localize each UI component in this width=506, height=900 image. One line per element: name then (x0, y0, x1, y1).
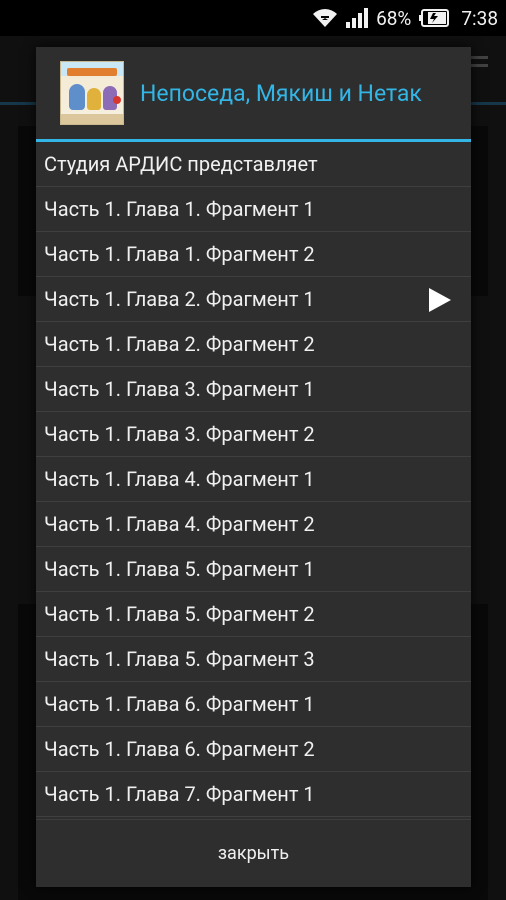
book-cover-image (60, 61, 124, 125)
battery-icon (419, 9, 450, 27)
track-label: Часть 1. Глава 2. Фрагмент 2 (44, 332, 315, 356)
track-item[interactable]: Часть 1. Глава 3. Фрагмент 2 (36, 412, 471, 457)
track-item[interactable]: Часть 1. Глава 6. Фрагмент 2 (36, 727, 471, 772)
close-button[interactable]: закрыть (198, 835, 309, 872)
track-label: Часть 1. Глава 5. Фрагмент 1 (44, 557, 315, 581)
clock: 7:38 (461, 6, 498, 30)
track-label: Часть 1. Глава 1. Фрагмент 2 (44, 242, 315, 266)
track-item[interactable]: Часть 1. Глава 2. Фрагмент 2 (36, 322, 471, 367)
track-item[interactable]: Часть 1. Глава 4. Фрагмент 1 (36, 457, 471, 502)
track-label: Часть 1. Глава 6. Фрагмент 2 (44, 737, 315, 761)
track-item[interactable]: Часть 1. Глава 5. Фрагмент 3 (36, 637, 471, 682)
dialog-header: Непоседа, Мякиш и Нетак (36, 47, 471, 142)
play-icon (429, 288, 451, 312)
status-bar: 68% 7:38 (0, 0, 506, 36)
signal-icon (346, 8, 369, 28)
track-list-dialog: Непоседа, Мякиш и Нетак Студия АРДИС пре… (36, 47, 471, 887)
track-label: Студия АРДИС представляет (44, 152, 318, 176)
battery-percent: 68% (376, 6, 412, 30)
track-label: Часть 1. Глава 5. Фрагмент 2 (44, 602, 315, 626)
track-label: Часть 1. Глава 2. Фрагмент 1 (44, 287, 315, 311)
track-label: Часть 1. Глава 4. Фрагмент 1 (44, 467, 315, 491)
dialog-footer: закрыть (36, 819, 471, 887)
dialog-title: Непоседа, Мякиш и Нетак (140, 79, 422, 107)
track-item[interactable]: Часть 1. Глава 6. Фрагмент 1 (36, 682, 471, 727)
track-item[interactable]: Часть 1. Глава 7. Фрагмент 1 (36, 772, 471, 817)
track-item[interactable]: Часть 1. Глава 5. Фрагмент 2 (36, 592, 471, 637)
track-item[interactable]: Часть 1. Глава 1. Фрагмент 1 (36, 187, 471, 232)
track-label: Часть 1. Глава 5. Фрагмент 3 (44, 647, 315, 671)
track-label: Часть 1. Глава 7. Фрагмент 1 (44, 782, 315, 806)
track-item[interactable]: Часть 1. Глава 4. Фрагмент 2 (36, 502, 471, 547)
track-item[interactable]: Часть 1. Глава 2. Фрагмент 1 (36, 277, 471, 322)
track-label: Часть 1. Глава 4. Фрагмент 2 (44, 512, 315, 536)
track-label: Часть 1. Глава 6. Фрагмент 1 (44, 692, 315, 716)
track-item[interactable]: Часть 1. Глава 1. Фрагмент 2 (36, 232, 471, 277)
screen: 68% 7:38 Непоседа, Мякиш и Нетак Студия … (0, 0, 506, 900)
track-item[interactable]: Часть 1. Глава 3. Фрагмент 1 (36, 367, 471, 412)
status-icons: 68% 7:38 (312, 0, 498, 36)
track-label: Часть 1. Глава 3. Фрагмент 2 (44, 422, 315, 446)
track-item[interactable]: Часть 1. Глава 5. Фрагмент 1 (36, 547, 471, 592)
track-item[interactable]: Студия АРДИС представляет (36, 142, 471, 187)
track-list[interactable]: Студия АРДИС представляет Часть 1. Глава … (36, 142, 471, 820)
wifi-icon (312, 8, 338, 28)
track-label: Часть 1. Глава 3. Фрагмент 1 (44, 377, 315, 401)
track-label: Часть 1. Глава 1. Фрагмент 1 (44, 197, 315, 221)
